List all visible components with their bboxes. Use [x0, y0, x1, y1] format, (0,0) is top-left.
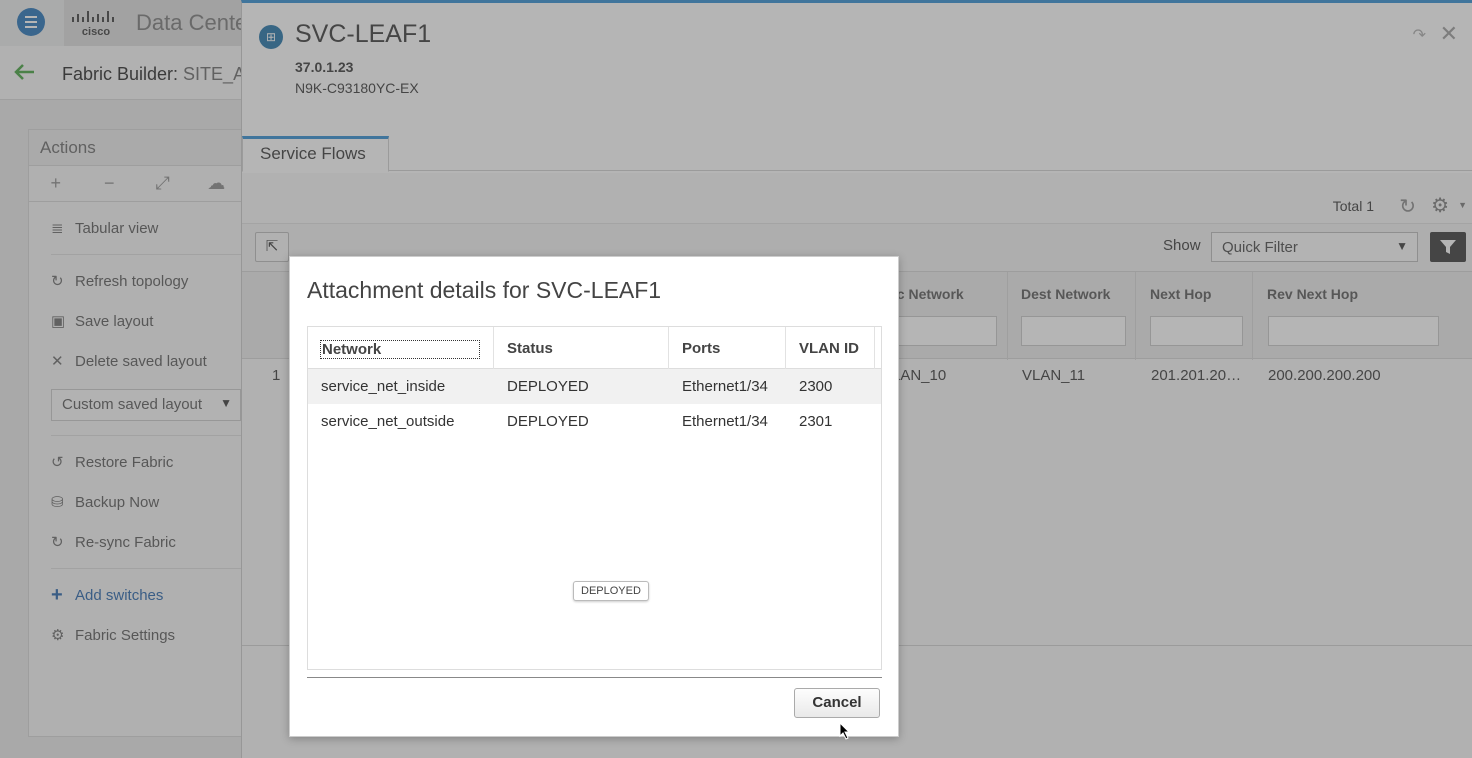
cell-status: DEPLOYED: [507, 378, 589, 395]
cell-network: service_net_outside: [321, 413, 455, 430]
mouse-cursor-icon: [839, 722, 851, 740]
cell-ports: Ethernet1/34: [682, 378, 768, 395]
column-header-network[interactable]: Network: [308, 327, 494, 369]
modal-title: Attachment details for SVC-LEAF1: [307, 277, 662, 303]
cell-network: service_net_inside: [321, 378, 446, 395]
cell-ports: Ethernet1/34: [682, 413, 768, 430]
column-header-ports[interactable]: Ports: [669, 327, 786, 369]
column-header-vlan-id[interactable]: VLAN ID: [786, 327, 875, 369]
table-row[interactable]: service_net_outside DEPLOYED Ethernet1/3…: [308, 404, 881, 439]
cell-status: DEPLOYED: [507, 413, 589, 430]
status-tooltip: DEPLOYED: [573, 581, 649, 601]
table-header: Network Status Ports VLAN ID: [308, 327, 881, 369]
table-row[interactable]: service_net_inside DEPLOYED Ethernet1/34…: [308, 369, 881, 404]
divider: [307, 677, 882, 678]
attachment-details-modal: Attachment details for SVC-LEAF1 Network…: [289, 256, 899, 737]
cell-vlan-id: 2301: [799, 413, 833, 430]
column-header-status[interactable]: Status: [494, 327, 669, 369]
attachment-table: Network Status Ports VLAN ID service_net…: [307, 326, 882, 670]
cell-vlan-id: 2300: [799, 378, 833, 395]
cancel-button[interactable]: Cancel: [794, 688, 880, 718]
